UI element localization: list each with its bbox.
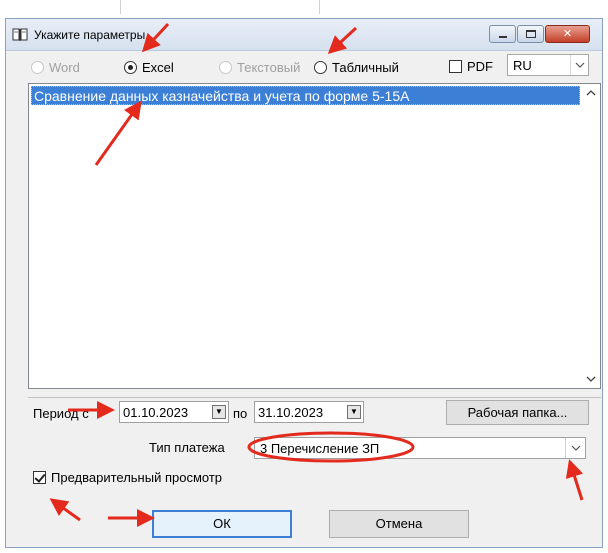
maximize-icon	[526, 30, 536, 38]
language-select[interactable]: RU	[507, 54, 589, 76]
radio-excel[interactable]: Excel	[124, 59, 174, 75]
scroll-up-icon[interactable]	[582, 84, 600, 102]
checkbox-box	[449, 60, 462, 73]
radio-tabular[interactable]: Табличный	[314, 59, 399, 75]
language-value: RU	[513, 58, 532, 73]
payment-type-value: 3 Перечисление ЗП	[260, 441, 380, 456]
radio-text-label: Текстовый	[237, 59, 301, 75]
payment-type-select[interactable]: 3 Перечисление ЗП	[254, 437, 586, 459]
pdf-label: PDF	[467, 59, 493, 74]
radio-dot	[124, 60, 137, 74]
dropdown-arrow-icon[interactable]: ▼	[212, 405, 226, 419]
title-bar: Укажите параметры ✕	[6, 19, 602, 51]
radio-word-label: Word	[49, 59, 80, 75]
radio-word: Word	[31, 59, 80, 75]
date-to-field[interactable]: 31.10.2023 ▼	[254, 401, 364, 423]
close-icon: ✕	[562, 28, 573, 40]
chevron-down-icon[interactable]	[565, 438, 585, 458]
date-to-value: 31.10.2023	[258, 405, 324, 420]
maximize-button[interactable]	[517, 25, 544, 43]
dialog-window: Укажите параметры ✕ Word Excel Текстовый…	[5, 18, 603, 548]
radio-text: Текстовый	[219, 59, 300, 75]
preview-label: Предварительный просмотр	[51, 470, 223, 485]
background-tab	[120, 0, 320, 14]
window-title: Укажите параметры	[34, 28, 146, 42]
ok-button[interactable]: ОК	[152, 510, 292, 538]
scroll-down-icon[interactable]	[582, 370, 600, 388]
report-list[interactable]: Сравнение данных казначейства и учета по…	[28, 83, 601, 389]
cancel-button[interactable]: Отмена	[329, 510, 469, 538]
preview-checkbox[interactable]: Предварительный просмотр	[33, 470, 222, 485]
radio-tabular-label: Табличный	[332, 59, 399, 75]
period-label: Период с	[33, 406, 89, 421]
background-app-strip	[0, 0, 608, 18]
radio-dot	[219, 60, 232, 74]
radio-dot	[314, 60, 327, 74]
radio-dot	[31, 60, 44, 74]
list-item-selected[interactable]: Сравнение данных казначейства и учета по…	[31, 86, 580, 105]
divider	[28, 397, 601, 398]
minimize-icon	[499, 36, 507, 38]
checkbox-box	[33, 471, 46, 484]
close-button[interactable]: ✕	[545, 25, 590, 43]
date-from-field[interactable]: 01.10.2023 ▼	[119, 401, 229, 423]
period-to-label: по	[233, 406, 248, 421]
date-from-value: 01.10.2023	[123, 405, 189, 420]
radio-excel-label: Excel	[142, 59, 174, 75]
dropdown-arrow-icon[interactable]: ▼	[347, 405, 361, 419]
work-folder-button[interactable]: Рабочая папка...	[446, 400, 589, 425]
pdf-checkbox[interactable]: PDF	[449, 59, 493, 74]
vertical-scrollbar[interactable]	[582, 84, 600, 388]
book-icon	[12, 28, 28, 41]
chevron-down-icon[interactable]	[570, 55, 588, 75]
payment-type-label: Тип платежа	[149, 440, 225, 455]
minimize-button[interactable]	[489, 25, 516, 43]
